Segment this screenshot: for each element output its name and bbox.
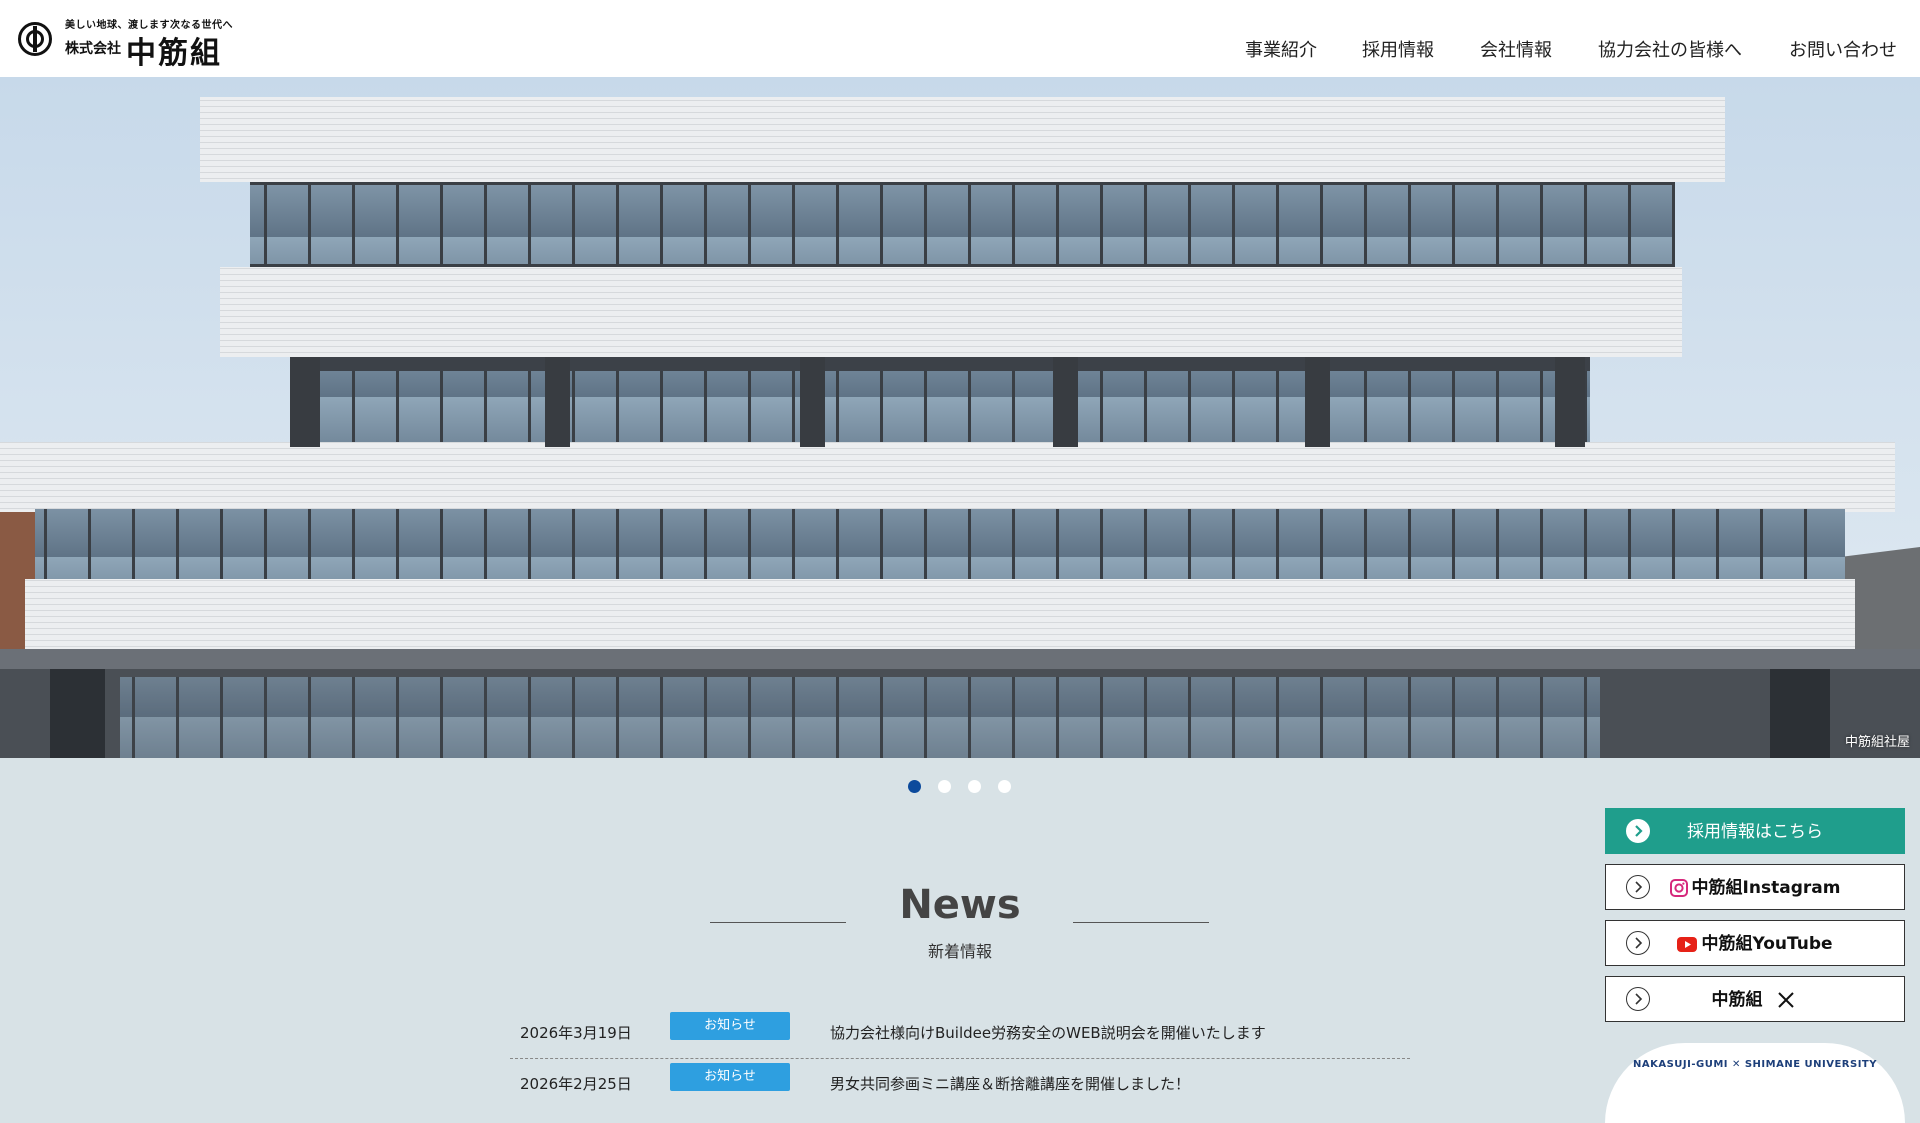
- nav-business[interactable]: 事業紹介: [1245, 36, 1317, 62]
- news-category-badge: お知らせ: [670, 1012, 790, 1040]
- hero-slider: 中筋組社屋: [0, 77, 1920, 758]
- recruit-button-label: 採用情報はこちら: [1687, 822, 1823, 842]
- slider-dot-3[interactable]: [968, 780, 981, 793]
- news-heading: News: [899, 882, 1021, 928]
- news-category-badge: お知らせ: [670, 1063, 790, 1091]
- slider-dot-1[interactable]: [908, 780, 921, 793]
- slider-pagination: [906, 780, 1026, 794]
- nav-partners[interactable]: 協力会社の皆様へ: [1598, 36, 1742, 62]
- news-link[interactable]: 男女共同参画ミニ講座＆断捨離講座を開催しました！: [830, 1073, 1190, 1094]
- nav-recruit[interactable]: 採用情報: [1362, 36, 1434, 62]
- site-header: 美しい地球、渡します次なる世代へ 株式会社 中筋組 事業紹介 採用情報 会社情報…: [0, 0, 1920, 77]
- news-divider-right: [1073, 922, 1209, 923]
- x-button[interactable]: 中筋組: [1605, 976, 1905, 1022]
- instagram-button[interactable]: 中筋組Instagram: [1605, 864, 1905, 910]
- x-button-label: 中筋組: [1711, 990, 1763, 1010]
- x-logo-icon: [1778, 992, 1795, 1008]
- university-collaboration-text: NAKASUJI-GUMI ✕ SHIMANE UNIVERSITY: [1633, 1059, 1877, 1070]
- university-collaboration-banner[interactable]: NAKASUJI-GUMI ✕ SHIMANE UNIVERSITY: [1605, 1043, 1905, 1123]
- logo-company-name: 中筋組: [126, 36, 222, 71]
- instagram-button-label: 中筋組Instagram: [1691, 878, 1841, 898]
- news-link[interactable]: 協力会社様向けBuildee労務安全のWEB説明会を開催いたします: [830, 1022, 1266, 1043]
- nav-contact[interactable]: お問い合わせ: [1789, 36, 1897, 62]
- news-subheading: 新着情報: [927, 942, 992, 961]
- youtube-button[interactable]: 中筋組YouTube: [1605, 920, 1905, 966]
- news-divider-left: [710, 922, 846, 923]
- company-logo[interactable]: 美しい地球、渡します次なる世代へ 株式会社 中筋組: [18, 16, 238, 71]
- logo-emblem-icon: [18, 22, 52, 56]
- hero-caption: 中筋組社屋: [1844, 735, 1910, 750]
- news-date: 2026年2月25日: [520, 1075, 632, 1093]
- logo-company-prefix: 株式会社: [65, 41, 121, 57]
- instagram-icon: [1669, 879, 1688, 897]
- news-date: 2026年3月19日: [520, 1024, 632, 1042]
- youtube-icon: [1677, 936, 1698, 952]
- youtube-button-label: 中筋組YouTube: [1701, 934, 1833, 954]
- news-item[interactable]: 2026年2月25日 お知らせ 男女共同参画ミニ講座＆断捨離講座を開催しました！: [510, 1059, 1410, 1109]
- hero-building-image: [0, 77, 1920, 758]
- recruit-button[interactable]: 採用情報はこちら: [1605, 808, 1905, 854]
- slider-dot-2[interactable]: [938, 780, 951, 793]
- slider-dot-4[interactable]: [998, 780, 1011, 793]
- news-item[interactable]: 2026年3月19日 お知らせ 協力会社様向けBuildee労務安全のWEB説明…: [510, 1008, 1410, 1059]
- nav-company[interactable]: 会社情報: [1480, 36, 1552, 62]
